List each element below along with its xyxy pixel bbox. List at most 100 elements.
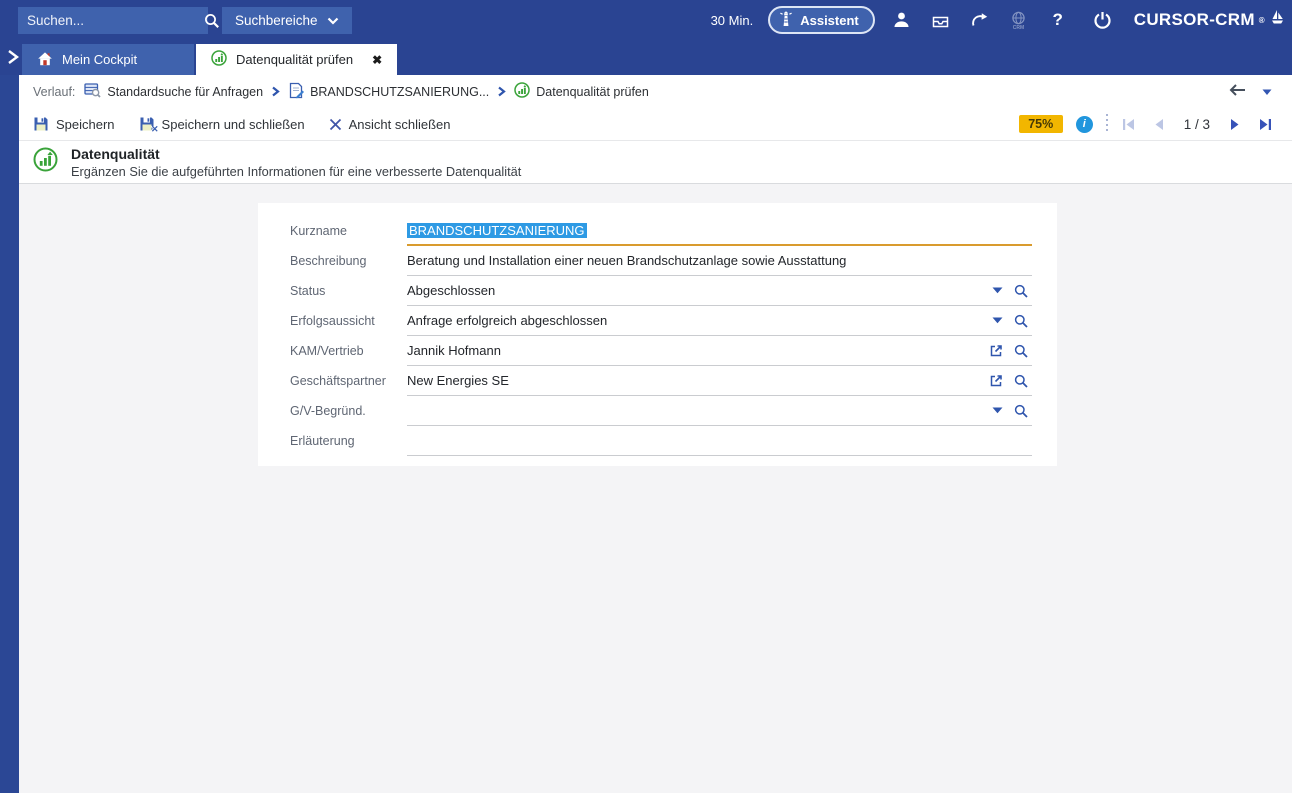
field-icons xyxy=(992,284,1032,298)
quality-score-badge: 75% xyxy=(1019,115,1063,133)
field-label: Status xyxy=(290,276,407,306)
field-value: Anfrage erfolgreich abgeschlossen xyxy=(407,313,607,328)
breadcrumb-item-datenqualitaet[interactable]: Datenqualität prüfen xyxy=(514,82,649,101)
dropdown-caret-icon[interactable] xyxy=(992,317,1003,324)
search-scope-label: Suchbereiche xyxy=(235,13,318,28)
geschaeftspartner-field[interactable]: New Energies SE xyxy=(407,366,1032,396)
field-label: Geschäftspartner xyxy=(290,366,407,396)
status-field[interactable]: Abgeschlossen xyxy=(407,276,1032,306)
previous-record-button[interactable] xyxy=(1153,118,1165,131)
last-record-button[interactable] xyxy=(1258,118,1273,131)
open-record-icon[interactable] xyxy=(989,344,1003,358)
lookup-icon[interactable] xyxy=(1014,374,1028,388)
content-area: Kurzname BRANDSCHUTZSANIERUNG Beschreibu… xyxy=(19,184,1292,793)
selected-text: BRANDSCHUTZSANIERUNG xyxy=(407,223,587,238)
open-record-icon[interactable] xyxy=(989,374,1003,388)
record-pager: 1 / 3 xyxy=(1121,117,1273,132)
form-row-status: Status Abgeschlossen xyxy=(258,276,1057,306)
info-icon[interactable]: i xyxy=(1076,116,1093,133)
save-and-close-button[interactable]: ✕ Speichern und schließen xyxy=(139,116,305,132)
redo-arrow-icon[interactable] xyxy=(968,8,992,32)
save-button[interactable]: Speichern xyxy=(33,116,115,132)
lookup-icon[interactable] xyxy=(1014,314,1028,328)
close-x-icon xyxy=(329,118,342,131)
session-timer: 30 Min. xyxy=(711,13,754,28)
search-grid-icon xyxy=(84,82,101,101)
field-value: Beratung und Installation einer neuen Br… xyxy=(407,253,846,268)
breadcrumb-label: Datenqualität prüfen xyxy=(536,85,649,99)
field-label: Kurzname xyxy=(290,216,407,246)
pager-position: 1 / 3 xyxy=(1184,117,1210,132)
collapsed-sidebar-strip[interactable] xyxy=(0,75,19,793)
breadcrumb-item-standardsuche[interactable]: Standardsuche für Anfragen xyxy=(84,82,263,101)
back-arrow-icon[interactable] xyxy=(1228,84,1246,99)
field-value: Abgeschlossen xyxy=(407,283,495,298)
dropdown-caret-icon[interactable] xyxy=(992,287,1003,294)
form-row-erlaeuterung: Erläuterung xyxy=(258,426,1057,456)
assistant-button[interactable]: Assistent xyxy=(768,6,875,34)
brand-reg-mark: ® xyxy=(1259,16,1265,25)
search-input[interactable] xyxy=(27,13,204,28)
history-caret-down-icon[interactable] xyxy=(1262,85,1272,99)
field-label: Erfolgsaussicht xyxy=(290,306,407,336)
power-logout-icon[interactable] xyxy=(1091,8,1115,32)
crm-globe-icon[interactable]: CRM xyxy=(1007,8,1031,32)
search-scope-button[interactable]: Suchbereiche xyxy=(222,7,352,34)
field-label: G/V-Begründ. xyxy=(290,396,407,426)
lookup-icon[interactable] xyxy=(1014,284,1028,298)
lookup-icon[interactable] xyxy=(1014,344,1028,358)
toolbar-divider xyxy=(1106,114,1108,134)
field-label: Erläuterung xyxy=(290,426,407,456)
assistant-label: Assistent xyxy=(800,13,859,28)
top-bar: Suchbereiche 30 Min. xyxy=(0,0,1292,40)
next-record-button[interactable] xyxy=(1229,118,1241,131)
save-label: Speichern xyxy=(56,117,115,132)
kurzname-field[interactable]: BRANDSCHUTZSANIERUNG xyxy=(407,216,1032,246)
search-icon[interactable] xyxy=(204,12,220,30)
open-tabs: Mein Cockpit Datenqualität prüfen ✖ xyxy=(22,44,397,75)
tab-mein-cockpit[interactable]: Mein Cockpit xyxy=(22,44,194,75)
form-row-kam-vertrieb: KAM/Vertrieb Jannik Hofmann xyxy=(258,336,1057,366)
breadcrumb-item-anfrage[interactable]: BRANDSCHUTZSANIERUNG... xyxy=(288,82,489,102)
tab-close-icon[interactable]: ✖ xyxy=(372,53,382,67)
form-row-erfolgsaussicht: Erfolgsaussicht Anfrage erfolgreich abge… xyxy=(258,306,1057,336)
toolbar-right-cluster: 75% i 1 / 3 xyxy=(1019,114,1278,134)
help-icon[interactable]: ? xyxy=(1046,8,1070,32)
form-row-geschaeftspartner: Geschäftspartner New Energies SE xyxy=(258,366,1057,396)
kam-vertrieb-field[interactable]: Jannik Hofmann xyxy=(407,336,1032,366)
user-profile-icon[interactable] xyxy=(890,8,914,32)
close-x-overlay-icon: ✕ xyxy=(151,124,159,135)
data-quality-icon xyxy=(514,82,530,101)
form-row-kurzname: Kurzname BRANDSCHUTZSANIERUNG xyxy=(258,216,1057,246)
close-view-button[interactable]: Ansicht schließen xyxy=(329,117,451,132)
dropdown-caret-icon[interactable] xyxy=(992,407,1003,414)
field-icons xyxy=(992,404,1032,418)
tab-label: Mein Cockpit xyxy=(62,52,137,67)
field-icons xyxy=(989,374,1032,388)
inbox-tray-icon[interactable] xyxy=(929,8,953,32)
chevron-down-icon xyxy=(327,13,339,28)
beschreibung-field[interactable]: Beratung und Installation einer neuen Br… xyxy=(407,246,1032,276)
page-subtitle: Ergänzen Sie die aufgeführten Informatio… xyxy=(71,164,521,179)
erfolgsaussicht-field[interactable]: Anfrage erfolgreich abgeschlossen xyxy=(407,306,1032,336)
save-close-floppy-icon: ✕ xyxy=(139,116,155,132)
close-view-label: Ansicht schließen xyxy=(349,117,451,132)
field-label: Beschreibung xyxy=(290,246,407,276)
brand-name: CURSOR-CRM xyxy=(1134,10,1255,30)
field-value: Jannik Hofmann xyxy=(407,343,501,358)
tab-datenqualitaet-pruefen[interactable]: Datenqualität prüfen ✖ xyxy=(196,44,397,75)
tab-label: Datenqualität prüfen xyxy=(236,52,353,67)
view-header-text: Datenqualität Ergänzen Sie die aufgeführ… xyxy=(71,146,521,179)
gv-begruendung-field[interactable] xyxy=(407,396,1032,426)
global-search xyxy=(18,7,208,34)
lookup-icon[interactable] xyxy=(1014,404,1028,418)
erlaeuterung-field[interactable] xyxy=(407,426,1032,456)
sidebar-expander-chevron-icon[interactable] xyxy=(5,49,23,67)
action-toolbar: Speichern ✕ Speichern und schließen Ansi… xyxy=(19,108,1292,141)
breadcrumb-label: Standardsuche für Anfragen xyxy=(107,85,263,99)
field-value: New Energies SE xyxy=(407,373,509,388)
breadcrumb: Verlauf: Standardsuche für Anfragen xyxy=(19,75,1292,108)
save-close-label: Speichern und schließen xyxy=(162,117,305,132)
data-quality-icon xyxy=(33,147,58,177)
first-record-button[interactable] xyxy=(1121,118,1136,131)
